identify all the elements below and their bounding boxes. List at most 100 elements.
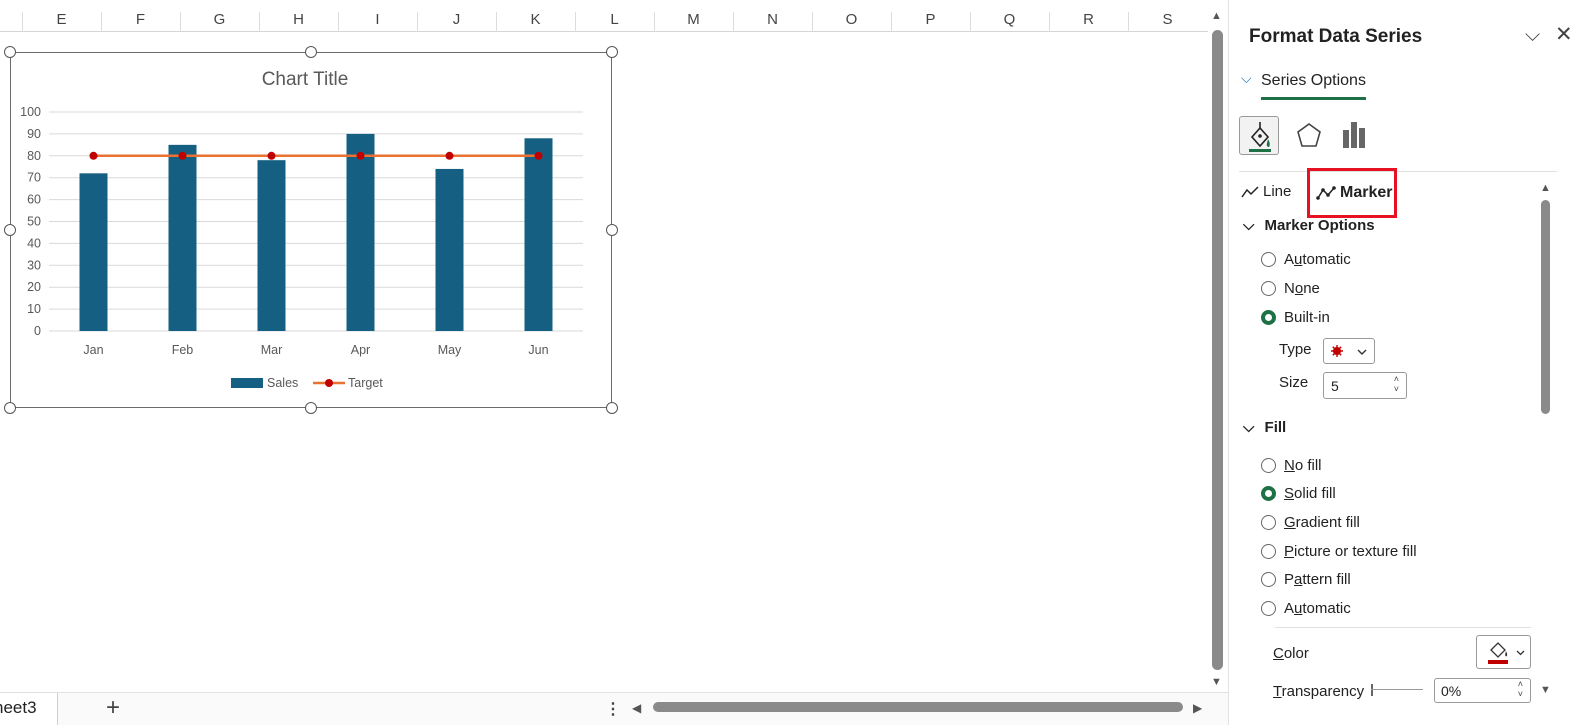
radio-no-fill[interactable]: No fill bbox=[1261, 457, 1322, 474]
radio-solid-fill[interactable]: Solid fill bbox=[1261, 485, 1336, 502]
y-tick-label[interactable]: 0 bbox=[34, 324, 41, 338]
radio-pattern-fill[interactable]: Pattern fill bbox=[1261, 571, 1351, 588]
column-header-f[interactable]: F bbox=[101, 11, 180, 28]
marker-type-dropdown[interactable] bbox=[1323, 338, 1375, 364]
resize-handle[interactable] bbox=[4, 46, 16, 58]
y-tick-label[interactable]: 100 bbox=[20, 105, 41, 119]
chevron-down-icon[interactable]: ⌵ bbox=[1525, 24, 1540, 47]
vertical-scroll-thumb[interactable] bbox=[1212, 30, 1223, 670]
chart[interactable]: Chart Title 0 10 20 30 40 50 60 70 80 90 100 Jan Feb M… bbox=[10, 52, 612, 408]
radio-picture-fill[interactable]: Picture or texture fill bbox=[1261, 543, 1417, 560]
more-options-icon[interactable]: ⋮ bbox=[605, 699, 621, 719]
target-marker[interactable] bbox=[356, 151, 365, 160]
marker-options-section-header[interactable]: ⌵ Marker Options bbox=[1243, 217, 1375, 234]
subtab-marker[interactable]: Marker bbox=[1307, 168, 1397, 218]
vertical-scrollbar[interactable]: ▲ ▼ bbox=[1208, 8, 1228, 695]
target-marker[interactable] bbox=[89, 151, 98, 160]
x-tick-label[interactable]: Jan bbox=[83, 343, 103, 357]
column-header-o[interactable]: O bbox=[812, 11, 891, 28]
spin-up-icon[interactable]: ˄ bbox=[1518, 679, 1523, 689]
y-tick-label[interactable]: 10 bbox=[27, 302, 41, 316]
column-header-i[interactable]: I bbox=[338, 11, 417, 28]
pane-scroll-up-icon[interactable]: ▲ bbox=[1540, 182, 1551, 194]
y-tick-label[interactable]: 60 bbox=[27, 193, 41, 207]
resize-handle[interactable] bbox=[606, 402, 618, 414]
column-header-h[interactable]: H bbox=[259, 11, 338, 28]
y-tick-label[interactable]: 30 bbox=[27, 258, 41, 272]
column-header-k[interactable]: K bbox=[496, 11, 575, 28]
add-sheet-button[interactable]: + bbox=[106, 694, 120, 722]
y-tick-label[interactable]: 50 bbox=[27, 215, 41, 229]
x-tick-label[interactable]: Feb bbox=[172, 343, 194, 357]
fill-line-icon[interactable] bbox=[1239, 116, 1279, 155]
bar-jan[interactable] bbox=[79, 173, 108, 331]
radio-marker-none[interactable]: None bbox=[1261, 280, 1320, 297]
target-marker[interactable] bbox=[267, 151, 276, 160]
x-tick-label[interactable]: Jun bbox=[528, 343, 548, 357]
column-header-q[interactable]: Q bbox=[970, 11, 1049, 28]
column-header-r[interactable]: R bbox=[1049, 11, 1128, 28]
pane-scroll-thumb[interactable] bbox=[1541, 200, 1550, 414]
resize-handle[interactable] bbox=[606, 224, 618, 236]
column-header-g[interactable]: G bbox=[180, 11, 259, 28]
tab-series-options[interactable]: Series Options bbox=[1261, 72, 1366, 100]
legend-sales-label[interactable]: Sales bbox=[267, 376, 298, 390]
y-tick-label[interactable]: 90 bbox=[27, 127, 41, 141]
transparency-slider-handle[interactable] bbox=[1371, 684, 1373, 696]
x-tick-label[interactable]: May bbox=[438, 343, 462, 357]
close-icon[interactable]: ✕ bbox=[1555, 22, 1573, 47]
scroll-left-icon[interactable]: ◀ bbox=[632, 701, 641, 715]
spin-down-icon[interactable]: ˅ bbox=[1394, 384, 1399, 394]
resize-handle[interactable] bbox=[305, 46, 317, 58]
scroll-down-icon[interactable]: ▼ bbox=[1211, 676, 1222, 688]
bar-mar[interactable] bbox=[257, 160, 286, 331]
spin-up-icon[interactable]: ˄ bbox=[1394, 374, 1399, 384]
scroll-right-icon[interactable]: ▶ bbox=[1193, 701, 1202, 715]
y-tick-label[interactable]: 40 bbox=[27, 236, 41, 250]
radio-gradient-fill[interactable]: Gradient fill bbox=[1261, 514, 1360, 531]
scroll-up-icon[interactable]: ▲ bbox=[1211, 10, 1222, 22]
resize-handle[interactable] bbox=[4, 224, 16, 236]
target-marker[interactable] bbox=[534, 151, 543, 160]
fill-section-header[interactable]: ⌵ Fill bbox=[1243, 419, 1286, 436]
spin-down-icon[interactable]: ˅ bbox=[1518, 689, 1523, 699]
subtab-line[interactable]: Line bbox=[1241, 183, 1291, 200]
legend-sales-swatch[interactable] bbox=[231, 378, 263, 388]
resize-handle[interactable] bbox=[4, 402, 16, 414]
column-header-j[interactable]: J bbox=[417, 11, 496, 28]
horizontal-scroll-thumb[interactable] bbox=[653, 702, 1183, 712]
y-tick-label[interactable]: 80 bbox=[27, 149, 41, 163]
column-header-e[interactable]: E bbox=[22, 11, 101, 28]
y-tick-label[interactable]: 20 bbox=[27, 280, 41, 294]
transparency-input[interactable]: 0% ˄ ˅ bbox=[1434, 678, 1531, 703]
radio-marker-built-in[interactable]: Built-in bbox=[1261, 309, 1330, 326]
resize-handle[interactable] bbox=[305, 402, 317, 414]
chart-title[interactable]: Chart Title bbox=[262, 69, 349, 90]
bar-may[interactable] bbox=[435, 168, 464, 331]
pane-scroll-down-icon[interactable]: ▼ bbox=[1540, 684, 1551, 696]
resize-handle[interactable] bbox=[606, 46, 618, 58]
column-header-m[interactable]: M bbox=[654, 11, 733, 28]
effects-pentagon-icon[interactable] bbox=[1291, 118, 1327, 154]
x-tick-label[interactable]: Apr bbox=[351, 343, 370, 357]
sheet-tab[interactable]: heet3 bbox=[0, 693, 58, 725]
x-tick-label[interactable]: Mar bbox=[261, 343, 283, 357]
fill-color-picker[interactable] bbox=[1476, 635, 1531, 669]
legend-target-label[interactable]: Target bbox=[348, 376, 383, 390]
target-marker[interactable] bbox=[445, 151, 454, 160]
column-header-l[interactable]: L bbox=[575, 11, 654, 28]
chevron-down-icon[interactable]: ⌵ bbox=[1241, 70, 1252, 87]
column-header-s[interactable]: S bbox=[1128, 11, 1207, 28]
series-options-chart-icon[interactable] bbox=[1337, 118, 1373, 154]
radio-marker-automatic[interactable]: Automatic bbox=[1261, 251, 1351, 268]
bar-feb[interactable] bbox=[168, 144, 197, 331]
target-marker[interactable] bbox=[178, 151, 187, 160]
bar-apr[interactable] bbox=[346, 133, 375, 331]
marker-size-input[interactable]: 5 ˄ ˅ bbox=[1323, 372, 1407, 399]
radio-automatic-fill[interactable]: Automatic bbox=[1261, 600, 1351, 617]
transparency-slider[interactable] bbox=[1371, 689, 1423, 690]
y-tick-label[interactable]: 70 bbox=[27, 171, 41, 185]
legend-target-marker[interactable] bbox=[325, 379, 333, 387]
column-header-p[interactable]: P bbox=[891, 11, 970, 28]
column-header-n[interactable]: N bbox=[733, 11, 812, 28]
